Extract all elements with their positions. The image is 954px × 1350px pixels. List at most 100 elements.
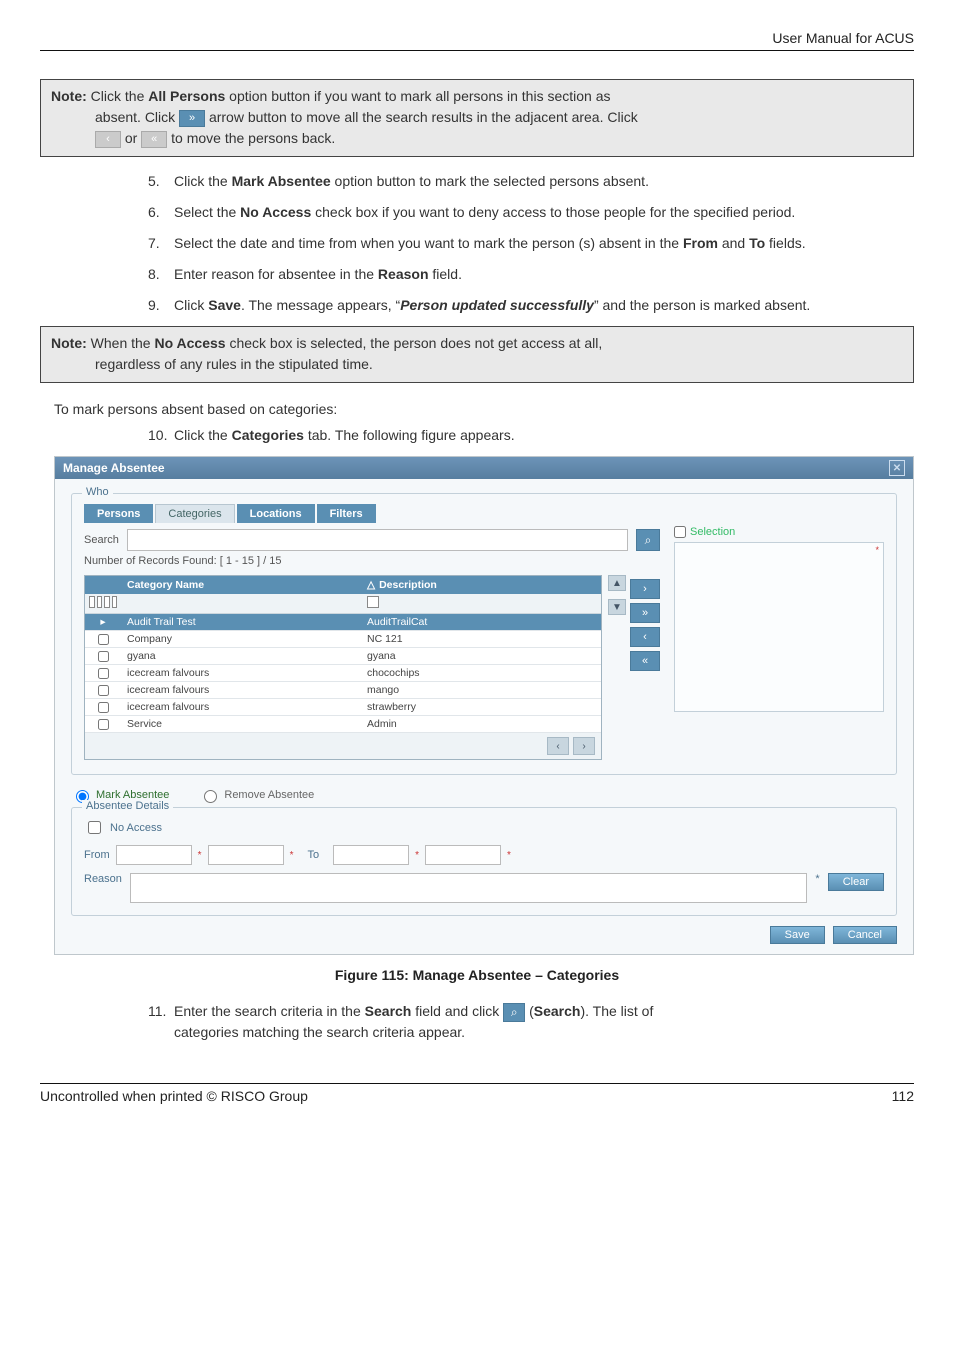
to-label: To	[307, 849, 319, 861]
filter-icon[interactable]	[112, 596, 118, 608]
filter-icon[interactable]	[89, 596, 95, 608]
search-button[interactable]: ⌕	[636, 529, 660, 551]
note1-t1: Click the	[87, 88, 148, 104]
header-rule	[40, 50, 914, 51]
selection-label: Selection	[690, 526, 735, 538]
t: From	[683, 235, 718, 251]
note1-t4: arrow button to move all the search resu…	[209, 109, 638, 125]
t: field.	[429, 266, 462, 282]
t: Categories	[232, 427, 304, 443]
category-grid: Category Name △ Description ▸ Audit Trai…	[84, 575, 602, 760]
grid-cell[interactable]: AuditTrailCat	[361, 614, 601, 630]
t: To	[749, 235, 765, 251]
move-all-left-button[interactable]: «	[630, 651, 660, 671]
n2t2: check box is selected, the person does n…	[226, 335, 603, 351]
t: Search	[365, 1003, 412, 1019]
row-checkbox[interactable]	[98, 719, 109, 730]
t: No Access	[240, 204, 311, 220]
row-checkbox[interactable]	[98, 651, 109, 662]
filter-icon[interactable]	[104, 596, 110, 608]
grid-cell[interactable]: Admin	[361, 716, 601, 732]
to-date-input[interactable]	[333, 845, 409, 865]
remove-absentee-radio-input[interactable]	[204, 790, 217, 803]
selection-checkbox[interactable]	[674, 526, 686, 538]
grid-cell[interactable]: icecream falvours	[121, 699, 361, 715]
row-checkbox[interactable]	[98, 702, 109, 713]
note-box-1: Note: Click the All Persons option butto…	[40, 79, 914, 157]
tab-categories[interactable]: Categories	[155, 504, 234, 523]
no-access-checkbox[interactable]	[88, 821, 101, 834]
from-date-input[interactable]	[116, 845, 192, 865]
col-category-name[interactable]: Category Name	[127, 579, 204, 591]
tab-locations[interactable]: Locations	[237, 504, 315, 523]
grid-cell[interactable]: gyana	[361, 648, 601, 664]
grid-cell[interactable]: gyana	[121, 648, 361, 664]
move-left-button[interactable]: ‹	[630, 627, 660, 647]
note1-t3: absent. Click	[95, 109, 179, 125]
grid-cell[interactable]: icecream falvours	[121, 682, 361, 698]
pager-prev[interactable]: ‹	[547, 737, 569, 755]
search-input[interactable]	[127, 529, 628, 551]
no-access-label: No Access	[154, 335, 225, 351]
figure-manage-absentee: Manage Absentee ✕ Who Persons Categories…	[54, 456, 914, 955]
t: Person updated successfully	[400, 297, 594, 313]
figure-caption: Figure 115: Manage Absentee – Categories	[40, 967, 914, 983]
clear-button[interactable]: Clear	[828, 873, 884, 891]
t: option button to mark the selected perso…	[331, 173, 649, 189]
step-num: 7.	[148, 233, 174, 254]
sort-asc-icon[interactable]: △	[367, 579, 375, 591]
t: Mark Absentee	[232, 173, 331, 189]
t: Click the	[174, 173, 232, 189]
move-right-button[interactable]: ›	[630, 579, 660, 599]
remove-absentee-radio[interactable]: Remove Absentee	[199, 787, 314, 803]
grid-cell[interactable]: Company	[121, 631, 361, 647]
save-button[interactable]: Save	[770, 926, 825, 944]
window-title: Manage Absentee	[63, 461, 165, 475]
to-time-input[interactable]	[425, 845, 501, 865]
grid-cell[interactable]: Service	[121, 716, 361, 732]
col-description[interactable]: Description	[379, 579, 437, 591]
move-all-left-icon: «	[141, 131, 167, 148]
cancel-button[interactable]: Cancel	[833, 926, 897, 944]
tabs: Persons Categories Locations Filters	[84, 504, 660, 523]
note1-t5: to move the persons back.	[171, 130, 335, 146]
req-icon: *	[415, 850, 419, 861]
close-icon[interactable]: ✕	[889, 460, 905, 476]
note-box-2: Note: When the No Access check box is se…	[40, 326, 914, 383]
grid-cell[interactable]: NC 121	[361, 631, 601, 647]
reason-textarea[interactable]	[130, 873, 808, 903]
doc-header-title: User Manual for ACUS	[40, 30, 914, 50]
grid-cell[interactable]: mango	[361, 682, 601, 698]
scroll-up-icon[interactable]: ▲	[608, 575, 626, 591]
selection-checkbox-label[interactable]: Selection	[674, 526, 884, 538]
tab-persons[interactable]: Persons	[84, 504, 153, 523]
note-prefix: Note:	[51, 335, 87, 351]
grid-cell[interactable]: icecream falvours	[121, 665, 361, 681]
from-time-input[interactable]	[208, 845, 284, 865]
who-legend-label: Who	[82, 486, 113, 498]
reason-label: Reason	[84, 873, 122, 885]
scroll-down-icon[interactable]: ▼	[608, 599, 626, 615]
remove-absentee-label: Remove Absentee	[224, 789, 314, 801]
page-footer: Uncontrolled when printed © RISCO Group …	[40, 1083, 914, 1104]
from-label: From	[84, 849, 110, 861]
step-num: 8.	[148, 264, 174, 285]
pager-next[interactable]: ›	[573, 737, 595, 755]
move-all-right-button[interactable]: »	[630, 603, 660, 623]
search-icon: ⌕	[503, 1003, 525, 1022]
all-persons-label: All Persons	[148, 88, 225, 104]
grid-cell[interactable]: chocochips	[361, 665, 601, 681]
row-checkbox[interactable]	[98, 685, 109, 696]
grid-cell[interactable]: Audit Trail Test	[121, 614, 361, 630]
grid-cell[interactable]: strawberry	[361, 699, 601, 715]
note-prefix: Note:	[51, 88, 87, 104]
note1-or: or	[125, 130, 141, 146]
filter-icon[interactable]	[97, 596, 103, 608]
filter-icon[interactable]	[367, 596, 379, 608]
tab-filters[interactable]: Filters	[317, 504, 376, 523]
row-checkbox[interactable]	[98, 668, 109, 679]
req-icon: *	[507, 850, 511, 861]
t: categories matching the search criteria …	[174, 1024, 465, 1040]
row-checkbox[interactable]	[98, 634, 109, 645]
req-icon: *	[815, 873, 819, 885]
